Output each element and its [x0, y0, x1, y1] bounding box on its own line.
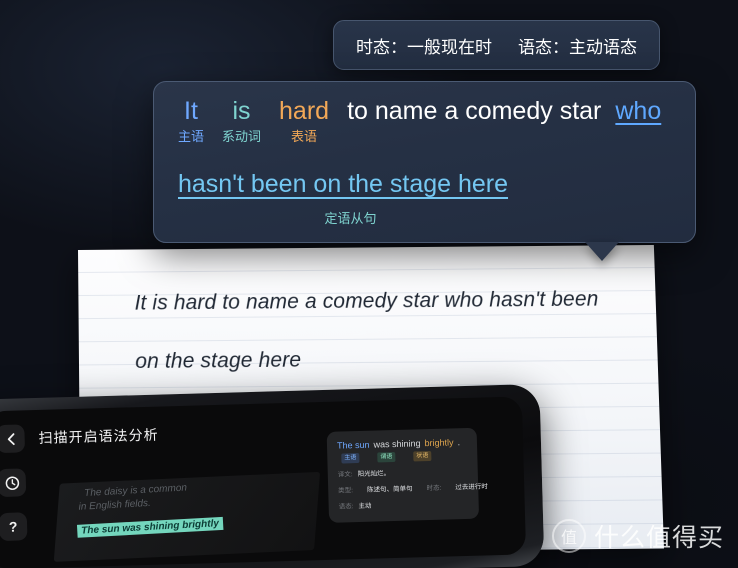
result-role-tags: 主语 谓语 状语 — [337, 450, 467, 464]
result-row-type-tense: 类型: 陈述句、简单句 时态: 过去进行时 — [338, 483, 488, 496]
back-chevron-icon[interactable] — [0, 424, 26, 454]
result-word-subject: The sun — [336, 439, 370, 451]
token-infinitive-phrase-word: to name a comedy star — [347, 97, 602, 125]
history-clock-icon[interactable] — [0, 468, 27, 498]
result-type-value: 陈述句、简单句 — [366, 485, 413, 494]
result-word-punct: . — [457, 437, 461, 448]
main-clause-row: It 主语 is 系动词 hard 表语 to name a comedy st… — [178, 96, 679, 146]
result-row-translation: 译文: 阳光灿烂。 — [338, 467, 468, 480]
token-it-word: It — [184, 97, 198, 125]
result-tag-subject: 主语 — [341, 452, 360, 464]
token-infinitive-phrase[interactable]: to name a comedy star — [347, 96, 601, 126]
result-voice-key: 语态: — [338, 503, 354, 511]
result-tense-key: 时态: — [426, 484, 442, 493]
sentence-analysis-panel: It 主语 is 系动词 hard 表语 to name a comedy st… — [153, 81, 696, 243]
result-tag-adverbial: 状语 — [413, 450, 432, 462]
token-hard-role: 表语 — [291, 129, 318, 144]
relative-clause-role-label: 定语从句 — [324, 211, 377, 226]
device-screen-title: 扫描开启语法分析 — [38, 426, 159, 446]
scanning-pen-device: ? 扫描开启语法分析 The daisy is a common in Engl… — [0, 383, 545, 568]
paper-text-line-2: on the stage here — [135, 348, 302, 374]
token-is[interactable]: is 系动词 — [222, 96, 261, 146]
result-word-predicate: was shining — [373, 438, 421, 450]
token-who[interactable]: who — [615, 96, 661, 126]
result-translation-value: 阳光灿烂。 — [357, 470, 391, 479]
panel-pointer-tail — [585, 242, 619, 261]
token-is-role: 系动词 — [222, 129, 262, 144]
analysis-result-card: The sun was shining brightly . 主语 谓语 状语 … — [326, 427, 488, 523]
result-type-key: 类型: — [338, 487, 354, 495]
result-sentence: The sun was shining brightly . — [336, 437, 467, 451]
voice-badge: 语态：主动语态 — [518, 37, 637, 57]
result-tag-predicate: 谓语 — [377, 451, 396, 463]
token-who-word: who — [615, 97, 662, 125]
tense-badge: 时态：一般现在时 — [356, 37, 492, 57]
relative-clause-text[interactable]: hasn't been on the stage here — [178, 168, 508, 200]
token-hard[interactable]: hard 表语 — [279, 96, 329, 146]
result-translation-key: 译文: — [337, 471, 353, 479]
result-word-adverbial: brightly — [424, 437, 454, 449]
token-hard-word: hard — [279, 97, 330, 125]
grammar-attribute-bar: 时态：一般现在时 语态：主动语态 — [333, 20, 660, 70]
token-it-role: 主语 — [178, 129, 205, 144]
paper-text-line-1: It is hard to name a comedy star who has… — [134, 287, 599, 315]
help-question-icon[interactable]: ? — [0, 512, 28, 542]
relative-clause-row: hasn't been on the stage here 定语从句 — [178, 168, 673, 227]
device-screen: ? 扫描开启语法分析 The daisy is a common in Engl… — [0, 396, 527, 568]
watermark-text: 什么值得买 — [593, 524, 724, 552]
result-tense-value: 过去进行时 — [455, 483, 488, 492]
screenshot-root: It is hard to name a comedy star who has… — [0, 0, 738, 568]
result-row-voice: 语态: 主动 — [339, 499, 469, 512]
token-it[interactable]: It 主语 — [178, 96, 204, 146]
device-side-rail: ? — [0, 424, 28, 542]
watermark: 值 什么值得买 — [551, 518, 724, 554]
result-voice-value: 主动 — [358, 502, 372, 511]
watermark-logo-icon: 值 — [551, 519, 586, 553]
token-is-word: is — [232, 97, 251, 125]
help-question-glyph: ? — [8, 518, 18, 535]
